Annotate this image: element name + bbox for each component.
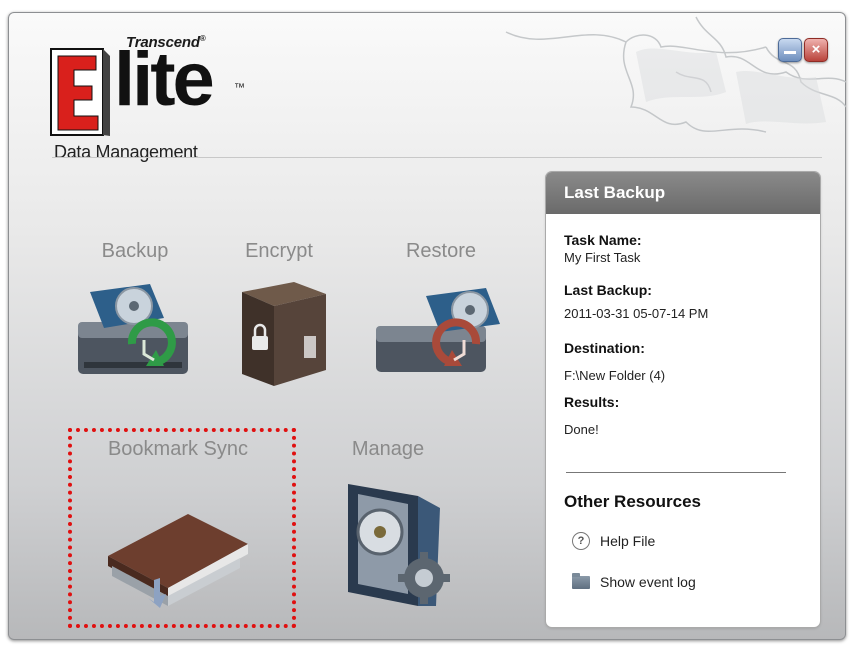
other-resources-title: Other Resources (564, 492, 701, 511)
trademark: ™ (234, 82, 245, 94)
app-window: Transcend® lite ™ Data Management × Back… (8, 12, 846, 640)
destination-value: F:\New Folder (4) (564, 368, 666, 383)
folder-icon (572, 572, 590, 589)
minimize-button[interactable] (778, 38, 802, 62)
last-backup-value: 2011-03-31 05-07-14 PM (564, 306, 709, 321)
last-backup-header: Last Backup (546, 172, 820, 214)
help-file-link[interactable]: ? Help File (572, 532, 655, 550)
manage-tile[interactable]: Manage (308, 430, 468, 616)
help-file-label: Help File (600, 533, 656, 549)
results-value: Done! (564, 422, 599, 437)
encrypt-icon (242, 282, 326, 386)
header-divider (52, 157, 822, 158)
backup-label: Backup (101, 240, 169, 262)
encrypt-label: Encrypt (245, 240, 313, 262)
task-name-value: My First Task (564, 250, 641, 265)
product-subtitle: Data Management (54, 142, 198, 162)
restore-icon (376, 288, 500, 372)
show-event-log-link[interactable]: Show event log (572, 572, 696, 590)
restore-label: Restore (405, 240, 477, 262)
manage-icon (348, 484, 450, 606)
help-icon: ? (572, 532, 590, 550)
elite-logo: Transcend® lite ™ Data Management (50, 24, 270, 164)
encrypt-tile[interactable]: Encrypt (204, 234, 354, 394)
highlight-box (68, 428, 296, 628)
show-event-log-label: Show event log (600, 574, 696, 590)
restore-tile[interactable]: Restore (366, 234, 516, 394)
task-name-label: Task Name: (564, 232, 642, 248)
manage-label: Manage (351, 438, 425, 460)
destination-label: Destination: (564, 340, 645, 356)
close-icon: × (811, 41, 821, 58)
backup-tile[interactable]: Backup (60, 234, 210, 394)
elite-e-logo-icon (50, 48, 110, 136)
backup-icon (78, 284, 188, 374)
last-backup-panel: Last Backup Task Name: My First Task Las… (546, 172, 820, 627)
close-button[interactable]: × (804, 38, 828, 62)
last-backup-label: Last Backup: (564, 282, 652, 298)
product-name: lite (114, 37, 215, 122)
results-label: Results: (564, 394, 620, 410)
panel-divider (566, 472, 786, 473)
puzzle-decoration (505, 16, 846, 133)
